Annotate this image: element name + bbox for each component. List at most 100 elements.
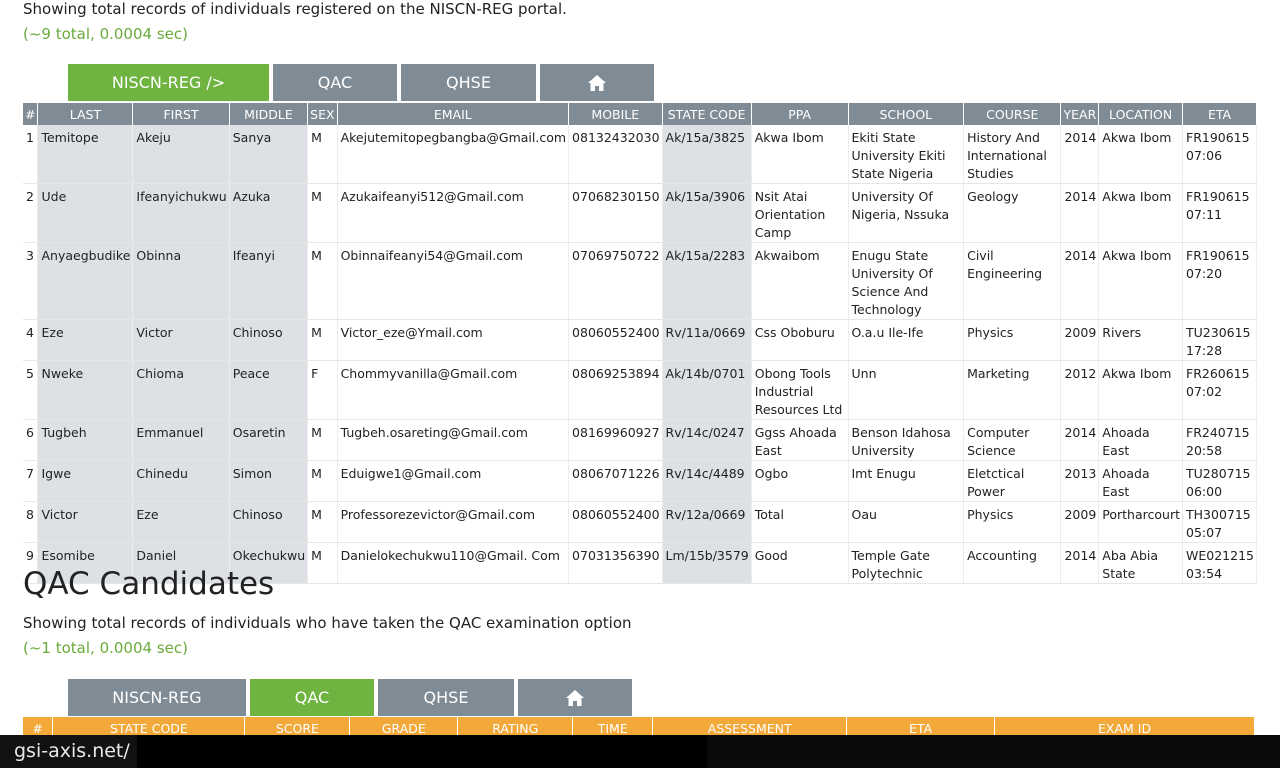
cell-school: Unn bbox=[848, 360, 965, 420]
col-header-location[interactable]: LOCATION bbox=[1098, 103, 1183, 125]
col-header-sex[interactable]: SEX bbox=[307, 103, 338, 125]
cell-year: 2012 bbox=[1060, 360, 1100, 420]
col-header-number[interactable]: # bbox=[23, 103, 39, 125]
cell-ppa: Akwaibom bbox=[751, 242, 849, 320]
table-row[interactable]: 5 Nweke Chioma Peace F Chommyvanilla@Gmail.co… bbox=[23, 360, 1257, 420]
cell-first-name: Chioma bbox=[132, 360, 230, 420]
registrants-table-body: 1 Temitope Akeju Sanya M Akejutemitopegbangba… bbox=[23, 125, 1257, 584]
cell-last-name: Victor bbox=[37, 501, 134, 543]
cell-course: Computer Science bbox=[963, 419, 1062, 461]
cell-last-name: Igwe bbox=[37, 460, 134, 502]
cell-eta: FR190615 07:06 bbox=[1182, 125, 1257, 184]
cell-mobile: 08067071226 bbox=[568, 460, 663, 502]
cell-middle-name: Peace bbox=[229, 360, 309, 420]
cell-state-code: Rv/12a/0669 bbox=[662, 501, 752, 543]
cell-first-name: Emmanuel bbox=[132, 419, 230, 461]
tab-qhse[interactable]: QHSE bbox=[401, 64, 536, 101]
cell-eta: WE021215 03:54 bbox=[1182, 542, 1257, 584]
col-header-state-code[interactable]: STATE CODE bbox=[662, 103, 752, 125]
col-header-ppa[interactable]: PPA bbox=[751, 103, 849, 125]
cell-middle-name: Osaretin bbox=[229, 419, 309, 461]
cell-ppa: Good bbox=[751, 542, 849, 584]
cell-school: Enugu State University Of Science And Te… bbox=[848, 242, 965, 320]
tab-qac[interactable]: QAC bbox=[273, 64, 397, 101]
cell-ppa: Nsit Atai Orientation Camp bbox=[751, 183, 849, 243]
table-row[interactable]: 2 Ude Ifeanyichukwu Azuka M Azukaifeanyi512@G… bbox=[23, 183, 1257, 243]
table-row[interactable]: 6 Tugbeh Emmanuel Osaretin M Tugbeh.osareting… bbox=[23, 419, 1257, 461]
cell-year: 2014 bbox=[1060, 419, 1100, 461]
col-header-year[interactable]: YEAR bbox=[1060, 103, 1100, 125]
tab-home[interactable] bbox=[540, 64, 654, 101]
cell-sex: M bbox=[307, 125, 338, 184]
cell-mobile: 08060552400 bbox=[568, 319, 663, 361]
reg-tab-bar: NISCN-REG /> QAC QHSE bbox=[68, 64, 654, 101]
cell-first-name: Chinedu bbox=[132, 460, 230, 502]
cell-first-name: Victor bbox=[132, 319, 230, 361]
cell-location: Akwa Ibom bbox=[1098, 242, 1183, 320]
col-header-mobile[interactable]: MOBILE bbox=[568, 103, 663, 125]
cell-school: Oau bbox=[848, 501, 965, 543]
cell-school: Imt Enugu bbox=[848, 460, 965, 502]
cell-eta: FR190615 07:11 bbox=[1182, 183, 1257, 243]
col-header-email[interactable]: EMAIL bbox=[337, 103, 570, 125]
cell-email: Danielokechukwu110@Gmail. Com bbox=[337, 542, 570, 584]
cell-row-number: 8 bbox=[23, 501, 39, 543]
col-header-course[interactable]: COURSE bbox=[963, 103, 1062, 125]
cell-school: O.a.u Ile-Ife bbox=[848, 319, 965, 361]
cell-state-code: Ak/15a/3825 bbox=[662, 125, 752, 184]
cell-eta: TU280715 06:00 bbox=[1182, 460, 1257, 502]
cell-email: Tugbeh.osareting@Gmail.com bbox=[337, 419, 570, 461]
cell-location: Akwa Ibom bbox=[1098, 360, 1183, 420]
tab-qac[interactable]: QAC bbox=[250, 679, 374, 716]
cell-location: Rivers bbox=[1098, 319, 1183, 361]
cell-course: Accounting bbox=[963, 542, 1062, 584]
cell-course: Physics bbox=[963, 501, 1062, 543]
col-header-school[interactable]: SCHOOL bbox=[848, 103, 965, 125]
cell-middle-name: Chinoso bbox=[229, 319, 309, 361]
tab-qhse[interactable]: QHSE bbox=[378, 679, 514, 716]
table-header-row: # LAST FIRST MIDDLE SEX EMAIL MOBILE STA… bbox=[23, 103, 1257, 125]
cell-first-name: Ifeanyichukwu bbox=[132, 183, 230, 243]
cell-last-name: Eze bbox=[37, 319, 134, 361]
cell-email: Azukaifeanyi512@Gmail.com bbox=[337, 183, 570, 243]
cell-location: Ahoada East bbox=[1098, 460, 1183, 502]
table-row[interactable]: 3 Anyaegbudike Obinna Ifeanyi M Obinnaifeanyi… bbox=[23, 242, 1257, 320]
cell-location: Akwa Ibom bbox=[1098, 125, 1183, 184]
table-row[interactable]: 8 Victor Eze Chinoso M Professorezevictor@Gma… bbox=[23, 501, 1257, 543]
cell-mobile: 08060552400 bbox=[568, 501, 663, 543]
cell-sex: M bbox=[307, 419, 338, 461]
cell-middle-name: Simon bbox=[229, 460, 309, 502]
reg-meta: (~9 total, 0.0004 sec) bbox=[23, 25, 188, 43]
cell-ppa: Ggss Ahoada East bbox=[751, 419, 849, 461]
cell-course: History And International Studies bbox=[963, 125, 1062, 184]
col-header-first[interactable]: FIRST bbox=[132, 103, 230, 125]
home-icon bbox=[588, 74, 606, 91]
reg-caption: Showing total records of individuals reg… bbox=[23, 0, 567, 18]
table-row[interactable]: 1 Temitope Akeju Sanya M Akejutemitopegbangba… bbox=[23, 125, 1257, 184]
col-header-last[interactable]: LAST bbox=[37, 103, 134, 125]
cell-middle-name: Ifeanyi bbox=[229, 242, 309, 320]
cell-mobile: 08169960927 bbox=[568, 419, 663, 461]
table-row[interactable]: 7 Igwe Chinedu Simon M Eduigwe1@Gmail.com 0806… bbox=[23, 460, 1257, 502]
cell-eta: FR260615 07:02 bbox=[1182, 360, 1257, 420]
cell-row-number: 2 bbox=[23, 183, 39, 243]
col-header-eta[interactable]: ETA bbox=[1182, 103, 1257, 125]
cell-last-name: Nweke bbox=[37, 360, 134, 420]
tab-niscn-reg[interactable]: NISCN-REG bbox=[68, 679, 246, 716]
col-header-middle[interactable]: MIDDLE bbox=[229, 103, 309, 125]
qac-caption: Showing total records of individuals who… bbox=[23, 614, 632, 632]
table-row[interactable]: 4 Eze Victor Chinoso M Victor_eze@Ymail.com 08… bbox=[23, 319, 1257, 361]
cell-middle-name: Azuka bbox=[229, 183, 309, 243]
cell-row-number: 3 bbox=[23, 242, 39, 320]
cell-ppa: Total bbox=[751, 501, 849, 543]
status-bar: gsi-axis.net/ bbox=[0, 735, 1280, 768]
cell-state-code: Ak/15a/3906 bbox=[662, 183, 752, 243]
tab-niscn-reg[interactable]: NISCN-REG /> bbox=[68, 64, 269, 101]
tab-home[interactable] bbox=[518, 679, 632, 716]
cell-year: 2009 bbox=[1060, 501, 1100, 543]
cell-last-name: Ude bbox=[37, 183, 134, 243]
status-bar-gap bbox=[137, 735, 707, 768]
cell-row-number: 1 bbox=[23, 125, 39, 184]
cell-row-number: 6 bbox=[23, 419, 39, 461]
cell-ppa: Akwa Ibom bbox=[751, 125, 849, 184]
